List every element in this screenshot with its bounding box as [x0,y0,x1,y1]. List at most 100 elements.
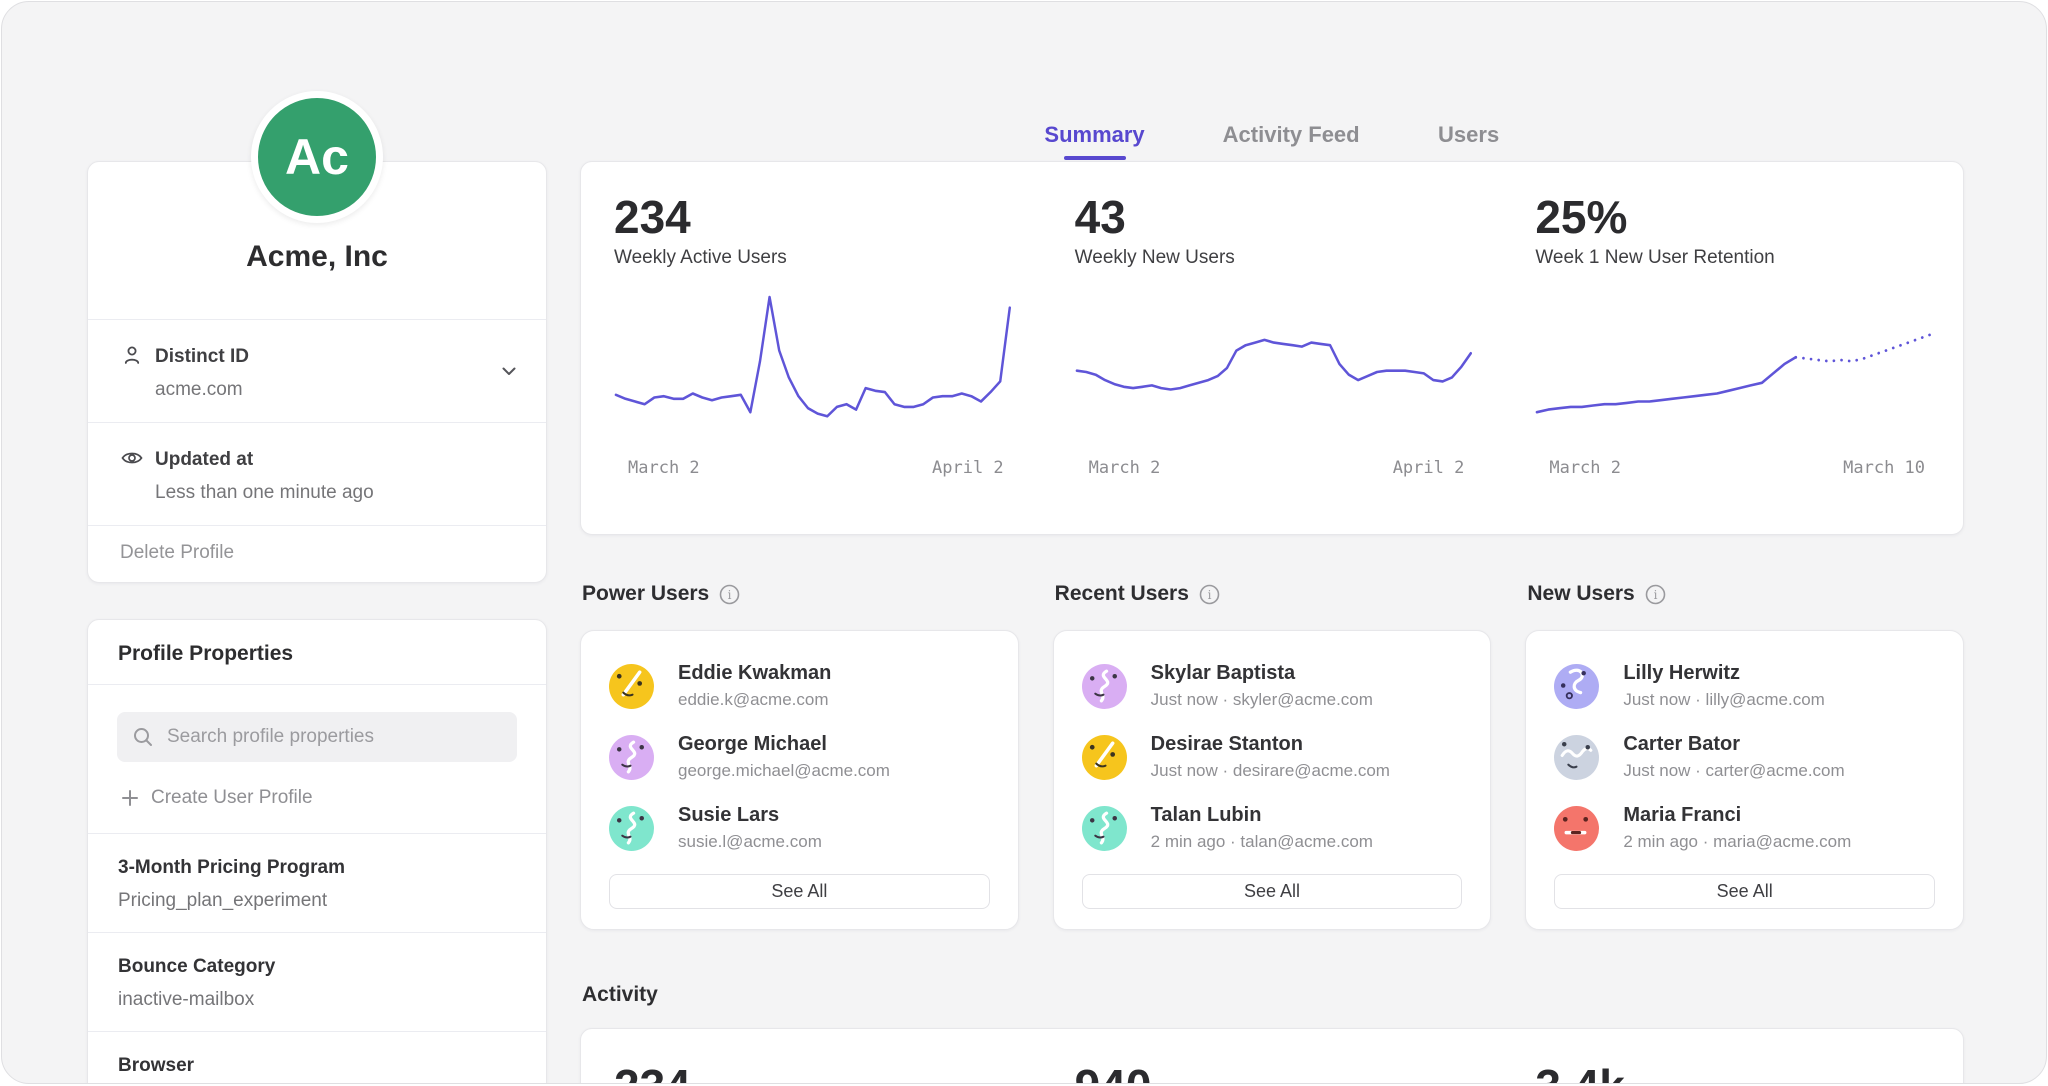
create-user-profile-label: Create User Profile [151,787,313,809]
see-all-button[interactable]: See All [1554,874,1935,909]
property-item-browser[interactable]: BrowserChrome [88,1032,546,1084]
sparkline-chart [614,291,1012,437]
section-power-users: Power Users i Eddie Kwakmaneddie.k@acme.co… [580,582,1019,930]
activity-title: Activity [582,983,658,1007]
profile-card: Acme, Inc Distinct IDacme.comUpdated atL… [87,161,547,583]
tab-active-underline [1064,156,1126,160]
app-frame: Ac Acme, Inc Distinct IDacme.comUpdated … [1,1,2047,1084]
info-icon[interactable]: i [719,584,740,605]
user-name: Eddie Kwakman [678,661,831,686]
user-meta: Just now · carter@acme.com [1623,760,1844,782]
section-title: Power Users [582,582,709,606]
activity-stat-value: 3.4k [1535,1061,1933,1084]
user-list-card: Eddie Kwakmaneddie.k@acme.com George Mich… [580,630,1019,930]
tab-bar: Summary Activity Feed Users [580,122,1964,160]
stat-weekly-active-users: 234Weekly Active UsersMarch 2April 2 [581,192,1042,534]
profile-rows: Distinct IDacme.comUpdated atLess than o… [88,319,546,525]
section-header: Recent Usersi [1055,582,1492,606]
user-list-item-desirae-stanton[interactable]: Desirae StantonJust now · desirare@acme.… [1082,732,1463,782]
plus-icon [120,788,140,808]
user-list-item-george-michael[interactable]: George Michael george.michael@acme.com [609,732,990,782]
chevron-down-icon[interactable] [498,360,520,382]
x-axis-labels: March 2 March 10 [1535,458,1933,478]
section-header: New Usersi [1527,582,1964,606]
profile-row-value: Less than one minute ago [155,481,374,505]
tab-activity-feed[interactable]: Activity Feed [1223,122,1360,160]
svg-text:i: i [1653,588,1657,602]
info-icon[interactable]: i [1199,584,1220,605]
info-icon[interactable]: i [1645,584,1666,605]
person-icon [120,343,146,367]
property-name: Bounce Category [118,954,516,979]
profile-properties-card: Profile Properties Create User Profile 3… [87,619,547,1084]
section-new-users: New Usersi Lilly HerwitzJust now · lilly@… [1525,582,1964,930]
user-list-item-talan-lubin[interactable]: Talan Lubin 2 min ago · talan@acme.com [1082,803,1463,853]
stat-weekly-new-users: 43Weekly New UsersMarch 2April 2 [1042,192,1503,534]
x-axis-end-label: March 10 [1843,458,1925,478]
tab-label: Summary [1044,122,1144,148]
tab-summary[interactable]: Summary [1044,122,1144,160]
sidebar: Ac Acme, Inc Distinct IDacme.comUpdated … [87,91,547,1084]
search-profile-properties[interactable] [117,712,517,762]
tab-users[interactable]: Users [1438,122,1500,160]
search-profile-properties-input[interactable] [167,726,502,748]
user-name: Desirae Stanton [1151,732,1390,757]
user-list-item-susie-lars[interactable]: Susie Larssusie.l@acme.com [609,803,990,853]
property-item-3-month-pricing-program[interactable]: 3-Month Pricing Program Pricing_plan_expe… [88,834,546,933]
user-avatar [1082,735,1127,780]
user-meta: 2 min ago · talan@acme.com [1151,831,1373,853]
profile-row-label: Distinct ID [155,344,249,370]
user-avatar [1082,664,1127,709]
stat-sparkline [1535,291,1933,442]
user-meta: george.michael@acme.com [678,760,890,782]
x-axis-start-label: March 2 [1089,458,1161,478]
tab-label: Users [1438,122,1500,148]
activity-stat-value: 234 [614,1061,1012,1084]
delete-profile-button[interactable]: Delete Profile [120,542,234,563]
property-item-bounce-category[interactable]: Bounce Categoryinactive-mailbox [88,933,546,1032]
svg-text:i: i [728,588,732,602]
profile-row-updated-at: Updated at Less than one minute ago [88,422,546,525]
x-axis-end-label: April 2 [1393,458,1465,478]
user-name: Carter Bator [1623,732,1844,757]
see-all-button[interactable]: See All [1082,874,1463,909]
user-avatar [1082,806,1127,851]
user-avatar [1554,806,1599,851]
user-list-item-carter-bator[interactable]: Carter Bator Just now · carter@acme.com [1554,732,1935,782]
activity-stat: 940 [1042,1061,1503,1084]
activity-stat-value: 940 [1075,1061,1473,1084]
user-list-item-skylar-baptista[interactable]: Skylar BaptistaJust now · skyler@acme.co… [1082,661,1463,711]
user-meta: susie.l@acme.com [678,831,822,853]
x-axis-start-label: March 2 [1549,458,1621,478]
user-name: Talan Lubin [1151,803,1373,828]
profile-properties-title: Profile Properties [88,620,546,685]
user-list-item-lilly-herwitz[interactable]: Lilly HerwitzJust now · lilly@acme.com [1554,661,1935,711]
create-user-profile-button[interactable]: Create User Profile [88,787,546,834]
user-avatar [609,735,654,780]
x-axis-start-label: March 2 [628,458,700,478]
stat-label: Week 1 New User Retention [1535,247,1933,269]
property-name: Browser [118,1053,516,1078]
user-list-card: Lilly HerwitzJust now · lilly@acme.com Ca… [1525,630,1964,930]
profile-row-label: Updated at [155,447,374,473]
user-avatar [609,664,654,709]
eye-icon [120,446,146,470]
user-list-item-maria-franci[interactable]: Maria Franci2 min ago · maria@acme.com [1554,803,1935,853]
section-recent-users: Recent Usersi Skylar BaptistaJust now · s… [1053,582,1492,930]
stat-label: Weekly New Users [1075,247,1473,269]
tab-active-underline [1260,156,1322,160]
user-name: George Michael [678,732,890,757]
tab-label: Activity Feed [1223,122,1360,148]
stat-label: Weekly Active Users [614,247,1012,269]
company-avatar-initials: Ac [285,128,349,186]
stat-value: 25% [1535,192,1933,242]
user-list-item-eddie-kwakman[interactable]: Eddie Kwakmaneddie.k@acme.com [609,661,990,711]
property-name: 3-Month Pricing Program [118,855,516,880]
activity-card: 234 940 3.4k [580,1028,1964,1084]
property-value: Pricing_plan_experiment [118,889,516,913]
tab-active-underline [1438,156,1500,160]
search-icon [132,726,154,748]
user-avatar [1554,664,1599,709]
see-all-button[interactable]: See All [609,874,990,909]
activity-stat: 3.4k [1502,1061,1963,1084]
